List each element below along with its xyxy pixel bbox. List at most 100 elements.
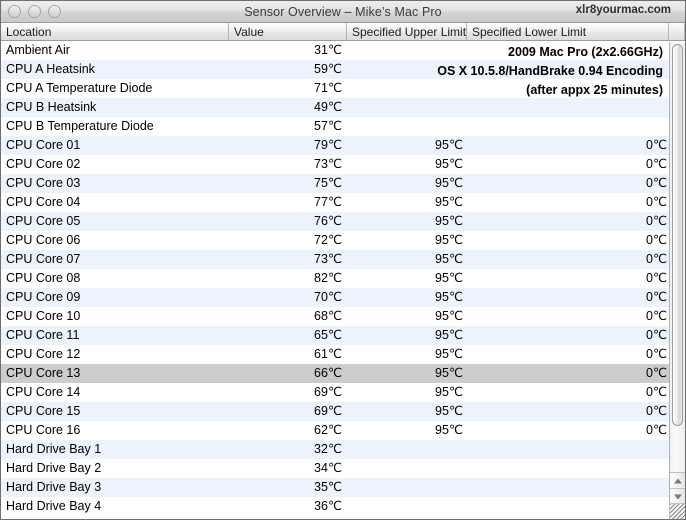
column-header-specified-lower-limit[interactable]: Specified Lower Limit [467,23,669,40]
cell-location: CPU Core 05 [6,214,81,228]
cell-specified-upper-limit [347,440,467,459]
cell-specified-lower-limit: 0℃ [646,157,667,171]
cell-specified-lower-limit: 0℃ [646,138,667,152]
cell-value: 79℃ [314,138,342,152]
cell-value: 61℃ [314,347,342,361]
cell-value: 75℃ [314,176,342,190]
table-row[interactable]: CPU A Heatsink 59℃ [1,60,671,79]
table-row[interactable]: CPU Core 11 65℃ 95℃ 0℃ [1,326,671,345]
table-row[interactable]: CPU Core 01 79℃ 95℃ 0℃ [1,136,671,155]
cell-location: CPU Core 03 [6,176,81,190]
column-header-value[interactable]: Value [229,23,347,40]
table-row[interactable]: CPU Core 16 62℃ 95℃ 0℃ [1,421,671,440]
cell-specified-upper-limit: 95℃ [435,176,463,190]
cell-value: 35℃ [314,480,342,494]
cell-specified-upper-limit: 95℃ [435,157,463,171]
table-row[interactable]: CPU Core 05 76℃ 95℃ 0℃ [1,212,671,231]
scrollbar-arrows [670,472,685,505]
table-row[interactable]: CPU Core 06 72℃ 95℃ 0℃ [1,231,671,250]
cell-specified-upper-limit [347,79,467,98]
zoom-button-icon[interactable] [48,5,61,18]
column-header-specified-upper-limit[interactable]: Specified Upper Limit [347,23,467,40]
table-row[interactable]: CPU Core 09 70℃ 95℃ 0℃ [1,288,671,307]
table-row[interactable]: CPU Core 13 66℃ 95℃ 0℃ [1,364,671,383]
cell-specified-lower-limit: 0℃ [646,214,667,228]
cell-value: 65℃ [314,328,342,342]
cell-specified-upper-limit: 95℃ [435,138,463,152]
cell-specified-upper-limit: 95℃ [435,214,463,228]
table-row[interactable]: CPU Core 12 61℃ 95℃ 0℃ [1,345,671,364]
scrollbar-track[interactable] [670,42,685,487]
close-button-icon[interactable] [8,5,21,18]
table-row[interactable]: Ambient Air 31℃ [1,41,671,60]
table-row[interactable]: CPU Core 04 77℃ 95℃ 0℃ [1,193,671,212]
cell-value: 32℃ [314,442,342,456]
window-titlebar[interactable]: Sensor Overview – Mike’s Mac Pro xlr8you… [1,1,685,23]
table-row[interactable]: CPU Core 03 75℃ 95℃ 0℃ [1,174,671,193]
cell-location: CPU B Temperature Diode [6,119,154,133]
table-row[interactable]: Hard Drive Bay 1 32℃ [1,440,671,459]
cell-value: 49℃ [314,100,342,114]
cell-specified-upper-limit [347,497,467,516]
cell-location: CPU Core 10 [6,309,81,323]
minimize-button-icon[interactable] [28,5,41,18]
cell-value: 59℃ [314,62,342,76]
table-row[interactable]: Hard Drive Bay 2 34℃ [1,459,671,478]
cell-specified-upper-limit [347,98,467,117]
table-row[interactable]: CPU Core 15 69℃ 95℃ 0℃ [1,402,671,421]
table-row[interactable]: CPU B Heatsink 49℃ [1,98,671,117]
cell-value: 66℃ [314,366,342,380]
cell-specified-lower-limit: 0℃ [646,366,667,380]
cell-specified-upper-limit: 95℃ [435,385,463,399]
table-column-headers: Location Value Specified Upper Limit Spe… [1,23,685,41]
table-row[interactable]: CPU B Temperature Diode 57℃ [1,117,671,136]
cell-location: CPU Core 09 [6,290,81,304]
table-row[interactable]: CPU Core 07 73℃ 95℃ 0℃ [1,250,671,269]
cell-location: CPU Core 14 [6,385,81,399]
cell-location: Hard Drive Bay 2 [6,461,102,475]
cell-specified-lower-limit [467,117,671,136]
cell-value: 72℃ [314,233,342,247]
scrollbar-thumb[interactable] [672,44,683,426]
cell-location: CPU Core 02 [6,157,81,171]
cell-location: Hard Drive Bay 4 [6,499,102,513]
table-row[interactable]: CPU Core 10 68℃ 95℃ 0℃ [1,307,671,326]
cell-specified-lower-limit: 0℃ [646,385,667,399]
cell-specified-upper-limit [347,41,467,60]
cell-specified-upper-limit: 95℃ [435,423,463,437]
cell-value: 68℃ [314,309,342,323]
cell-specified-upper-limit: 95℃ [435,309,463,323]
cell-value: 36℃ [314,499,342,513]
cell-value: 69℃ [314,404,342,418]
cell-location: CPU Core 07 [6,252,81,266]
cell-location: CPU Core 12 [6,347,81,361]
cell-value: 82℃ [314,271,342,285]
sensor-overview-window: Sensor Overview – Mike’s Mac Pro xlr8you… [0,0,686,520]
cell-specified-lower-limit [467,440,671,459]
scroll-up-arrow-icon[interactable] [670,473,685,489]
vertical-scrollbar[interactable] [669,42,685,519]
cell-location: CPU Core 11 [6,328,80,342]
cell-location: Hard Drive Bay 3 [6,480,102,494]
cell-location: CPU Core 13 [6,366,81,380]
cell-specified-upper-limit: 95℃ [435,271,463,285]
cell-specified-upper-limit: 95℃ [435,195,463,209]
table-row[interactable]: CPU Core 14 69℃ 95℃ 0℃ [1,383,671,402]
window-resize-grip[interactable] [669,503,685,519]
cell-specified-lower-limit: 0℃ [646,233,667,247]
table-row[interactable]: CPU A Temperature Diode 71℃ [1,79,671,98]
cell-specified-upper-limit: 95℃ [435,366,463,380]
cell-specified-lower-limit: 0℃ [646,290,667,304]
cell-specified-upper-limit: 95℃ [435,233,463,247]
cell-value: 71℃ [314,81,342,95]
cell-specified-lower-limit [467,60,671,79]
table-row[interactable]: Hard Drive Bay 4 36℃ [1,497,671,516]
table-row[interactable]: CPU Core 02 73℃ 95℃ 0℃ [1,155,671,174]
cell-specified-upper-limit [347,478,467,497]
cell-specified-upper-limit [347,117,467,136]
table-row[interactable]: CPU Core 08 82℃ 95℃ 0℃ [1,269,671,288]
table-row[interactable]: Hard Drive Bay 3 35℃ [1,478,671,497]
cell-location: CPU Core 01 [6,138,81,152]
column-header-location[interactable]: Location [1,23,229,40]
cell-value: 57℃ [314,119,342,133]
